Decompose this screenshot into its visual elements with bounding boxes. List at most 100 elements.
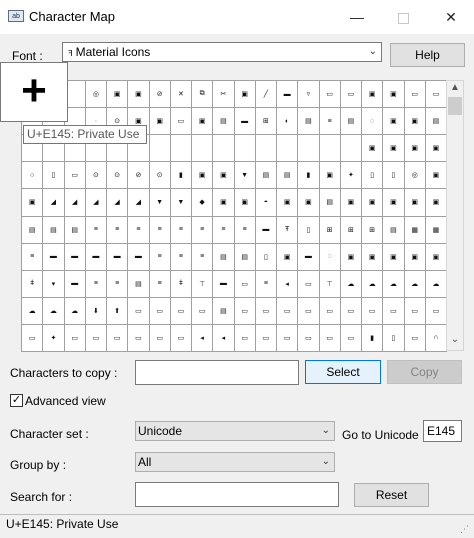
character-cell[interactable]: ▣ — [213, 189, 235, 217]
font-dropdown[interactable]: ꟻ Material Icons ⌄ — [62, 42, 382, 62]
character-cell[interactable]: ▭ — [85, 324, 107, 352]
character-cell[interactable]: ▭ — [22, 324, 44, 352]
character-cell[interactable]: ≡ — [170, 216, 192, 244]
group-by-dropdown[interactable]: All ⌄ — [135, 452, 335, 472]
character-cell[interactable]: ○ — [22, 162, 44, 190]
scrollbar-thumb[interactable] — [448, 97, 462, 115]
character-cell[interactable]: ▬ — [255, 216, 277, 244]
character-cell[interactable]: ▤ — [340, 108, 362, 136]
character-cell[interactable]: ⊙ — [149, 162, 171, 190]
character-cell[interactable]: ⊤ — [192, 270, 214, 298]
character-cell[interactable] — [298, 135, 320, 163]
character-cell[interactable]: ≡ — [107, 216, 129, 244]
character-cell[interactable]: ▣ — [383, 243, 405, 271]
character-cell[interactable]: ▭ — [425, 81, 447, 109]
character-cell[interactable]: ▬ — [107, 243, 129, 271]
character-cell[interactable]: ▣ — [383, 81, 405, 109]
character-cell[interactable]: ▬ — [85, 243, 107, 271]
character-cell[interactable]: ▮ — [298, 162, 320, 190]
character-cell[interactable]: ▾ — [43, 270, 65, 298]
character-cell[interactable]: ▣ — [425, 189, 447, 217]
character-cell[interactable] — [340, 135, 362, 163]
character-cell[interactable]: ▣ — [362, 81, 384, 109]
character-cell[interactable]: ▭ — [319, 297, 341, 325]
character-cell[interactable]: ▤ — [298, 108, 320, 136]
character-cell[interactable]: ▭ — [255, 324, 277, 352]
character-cell[interactable]: ≡ — [319, 108, 341, 136]
character-cell[interactable]: ⊤ — [319, 270, 341, 298]
character-cell[interactable]: ▤ — [277, 162, 299, 190]
character-cell[interactable]: ≡ — [213, 216, 235, 244]
character-cell[interactable]: ▼ — [234, 162, 256, 190]
character-cell[interactable]: ≡ — [85, 270, 107, 298]
advanced-view-label[interactable]: Advanced view — [25, 394, 106, 408]
character-cell[interactable]: ▤ — [22, 216, 44, 244]
reset-button[interactable]: Reset — [354, 483, 429, 507]
character-cell[interactable]: ▬ — [234, 108, 256, 136]
character-cell[interactable]: ▣ — [362, 189, 384, 217]
character-cell[interactable]: ▭ — [298, 297, 320, 325]
character-cell[interactable]: ▣ — [340, 189, 362, 217]
character-cell[interactable]: ▭ — [277, 297, 299, 325]
character-cell[interactable]: ▯ — [43, 162, 65, 190]
character-cell[interactable]: ▭ — [319, 81, 341, 109]
character-cell[interactable]: ▣ — [404, 243, 426, 271]
character-cell[interactable]: ✦ — [340, 162, 362, 190]
character-cell[interactable]: ▭ — [319, 324, 341, 352]
character-cell[interactable]: ☁ — [22, 297, 44, 325]
character-cell[interactable]: ▦ — [425, 216, 447, 244]
character-cell[interactable]: ≡ — [107, 270, 129, 298]
character-cell[interactable]: ☁ — [362, 270, 384, 298]
character-cell[interactable]: ǂ — [22, 270, 44, 298]
character-cell[interactable]: ▯ — [298, 216, 320, 244]
character-cell[interactable]: ▬ — [298, 243, 320, 271]
character-cell[interactable]: ▭ — [192, 297, 214, 325]
character-cell[interactable]: ✂ — [213, 81, 235, 109]
character-cell[interactable]: ≡ — [22, 243, 44, 271]
character-cell[interactable]: ╱ — [255, 81, 277, 109]
character-cell[interactable]: ▣ — [213, 162, 235, 190]
character-cell[interactable]: ▣ — [404, 135, 426, 163]
character-cell[interactable]: ▣ — [128, 81, 150, 109]
character-cell[interactable]: ▤ — [213, 108, 235, 136]
character-cell[interactable]: ▣ — [277, 189, 299, 217]
character-cell[interactable]: ▦ — [404, 216, 426, 244]
character-cell[interactable]: ▭ — [107, 324, 129, 352]
advanced-view-checkbox[interactable]: ✓ — [10, 394, 23, 407]
close-button[interactable]: ✕ — [428, 0, 474, 34]
character-cell[interactable]: ▣ — [234, 81, 256, 109]
character-cell[interactable]: ◐ — [277, 108, 299, 136]
character-cell[interactable]: ▭ — [340, 297, 362, 325]
minimize-button[interactable]: — — [334, 0, 380, 34]
copy-button[interactable]: Copy — [387, 360, 462, 384]
character-cell[interactable]: ⊞ — [319, 216, 341, 244]
help-button[interactable]: Help — [390, 43, 465, 67]
maximize-button[interactable] — [380, 0, 426, 34]
character-cell[interactable]: ▤ — [383, 216, 405, 244]
character-cell[interactable]: ≡ — [149, 270, 171, 298]
character-cell[interactable]: ≡ — [128, 216, 150, 244]
character-cell[interactable]: ▣ — [192, 162, 214, 190]
character-cell[interactable]: ▣ — [362, 243, 384, 271]
character-cell[interactable]: ▮ — [170, 162, 192, 190]
character-cell[interactable]: ▭ — [298, 324, 320, 352]
character-cell[interactable]: ▭ — [170, 297, 192, 325]
character-cell[interactable]: ≡ — [192, 243, 214, 271]
character-cell[interactable]: ≡ — [85, 216, 107, 244]
characters-to-copy-input[interactable] — [135, 360, 299, 385]
character-cell[interactable]: ▤ — [43, 216, 65, 244]
character-cell[interactable]: ▤ — [213, 297, 235, 325]
character-cell[interactable]: ▼ — [170, 189, 192, 217]
character-cell[interactable]: ▣ — [149, 108, 171, 136]
character-cell[interactable]: ✦ — [43, 324, 65, 352]
character-cell[interactable]: ▣ — [425, 162, 447, 190]
character-cell[interactable]: ≡ — [192, 216, 214, 244]
character-cell[interactable]: ▭ — [128, 297, 150, 325]
character-cell[interactable]: ▤ — [128, 270, 150, 298]
character-cell[interactable]: ◢ — [107, 189, 129, 217]
character-cell[interactable]: ▭ — [404, 81, 426, 109]
character-cell[interactable]: ✕ — [170, 81, 192, 109]
character-cell[interactable]: ▭ — [234, 270, 256, 298]
character-cell[interactable]: ▭ — [234, 297, 256, 325]
character-cell[interactable]: ☁ — [425, 270, 447, 298]
